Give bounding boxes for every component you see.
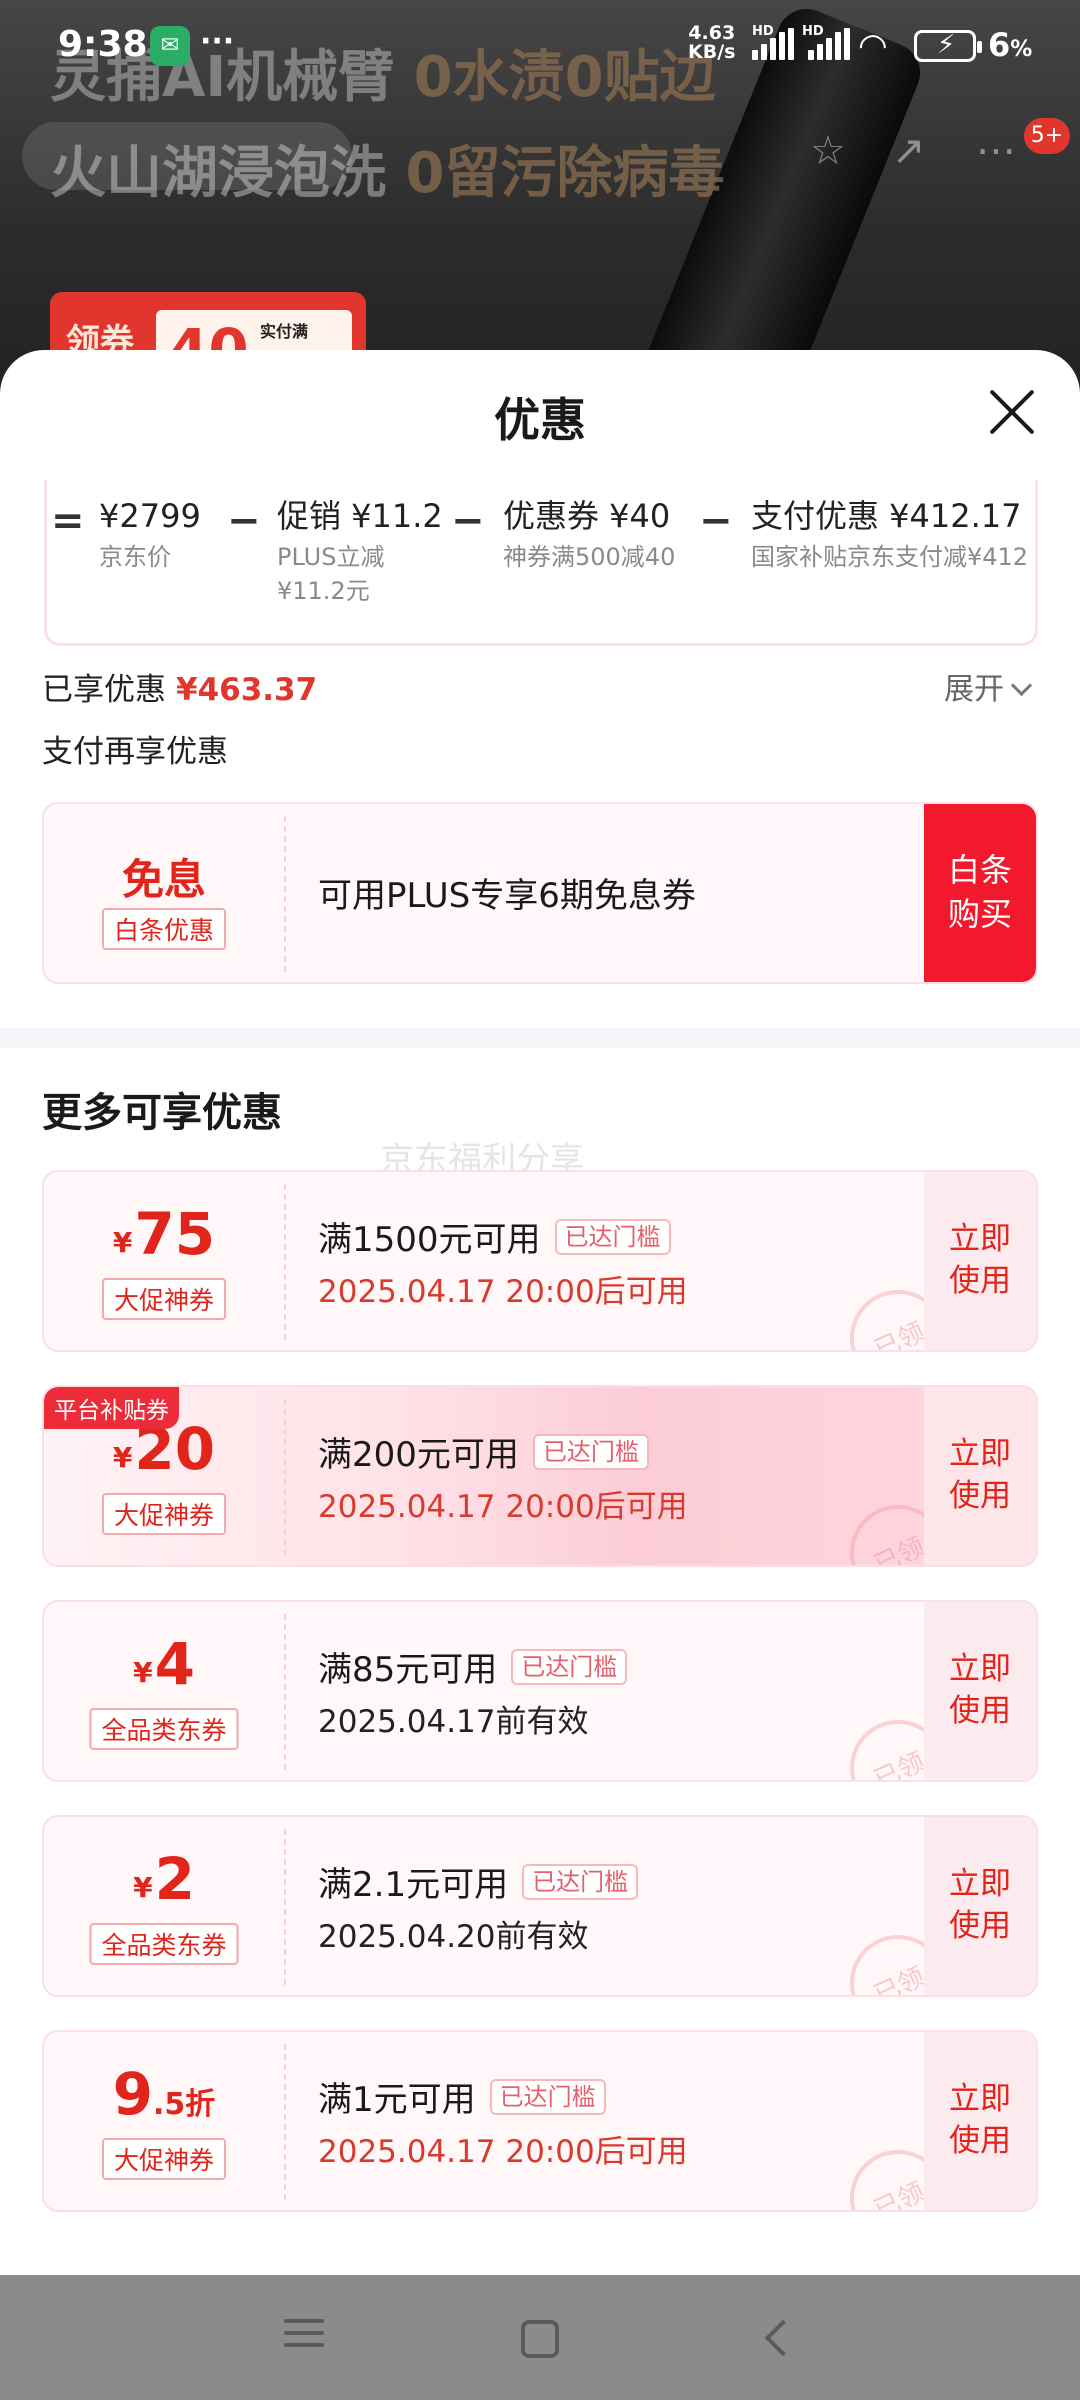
menu-icon[interactable]: [276, 2311, 332, 2367]
more-icon: ⋯: [976, 128, 1016, 174]
coupon-left: 免息 白条优惠: [44, 804, 284, 982]
coupon-date: 2025.04.17 20:00后可用: [318, 2134, 688, 2170]
baitiao-tag: 白条优惠: [101, 908, 227, 950]
breakdown-promotion: 促销 ¥11.2 PLUS立减 ¥11.2元: [277, 497, 443, 605]
divider: [284, 816, 286, 972]
coupon-card: 9.5折 大促神券 满1元可用 已达门槛 2025.04.17 20:00后可用 已领 立即…: [42, 2030, 1038, 2212]
breakdown-coupon: 优惠券 ¥40 神券满500减40: [503, 497, 676, 571]
coupon-card: 平台补贴券 ¥20 大促神券 满200元可用 已达门槛 2025.04.17 20:00后…: [42, 1385, 1038, 1567]
coupon-condition: 满2.1元可用 已达门槛: [318, 1857, 639, 1906]
coupon-value: ¥4: [133, 1630, 195, 1698]
coupon-condition: 满85元可用 已达门槛: [318, 1642, 628, 1691]
signal-icon-1: [752, 28, 794, 60]
coupon-left: 9.5折大促神券: [44, 2032, 284, 2210]
coupon-left: ¥75 大促神券: [44, 1172, 284, 1350]
section-divider: [0, 1028, 1080, 1048]
coupon-date: 2025.04.17 20:00后可用: [318, 1489, 688, 1525]
use-now-button[interactable]: 立即 使用: [924, 1602, 1036, 1780]
interest-free-title: 免息: [121, 855, 206, 904]
breakdown-payment: 支付优惠 ¥412.17 国家补贴京东支付减¥412: [751, 497, 1029, 571]
more-notifications: ···: [200, 24, 235, 59]
threshold-reached-badge: 已达门槛: [489, 2078, 606, 2115]
clock: 9:38: [58, 24, 148, 65]
enjoyed-discount: 已享优惠 ¥463.37: [42, 672, 318, 708]
coupon-date: 2025.04.17 20:00后可用: [318, 1274, 688, 1310]
coupon-type-tag: 全品类东券: [89, 1708, 239, 1750]
divider: [284, 1829, 286, 1985]
coupon-type-tag: 大促神券: [101, 1493, 227, 1535]
breakdown-jd-price: ¥2799 京东价: [99, 497, 201, 571]
coupon-condition: 满1500元可用 已达门槛: [318, 1212, 671, 1261]
share-icon: ↗: [892, 128, 926, 174]
threshold-reached-badge: 已达门槛: [532, 1433, 649, 1470]
minus-sign: −: [451, 498, 485, 544]
wechat-icon: ✉: [150, 26, 190, 66]
close-button[interactable]: [986, 386, 1038, 438]
expand-toggle[interactable]: 展开: [944, 664, 1029, 708]
coupon-condition: 满200元可用 已达门槛: [318, 1427, 649, 1476]
battery-icon: ⚡: [914, 30, 982, 62]
discount-sheet: 优惠 = ¥2799 京东价 − 促销 ¥11.2 PLUS立减 ¥11.2元 …: [0, 350, 1080, 2275]
coupon-date: 2025.04.17前有效: [318, 1704, 589, 1740]
use-now-button[interactable]: 立即 使用: [924, 1172, 1036, 1350]
threshold-reached-badge: 已达门槛: [511, 1648, 628, 1685]
search-bar-background: [22, 122, 352, 190]
coupon-type-tag: 全品类东券: [89, 1923, 239, 1965]
coupon-value: ¥75: [112, 1200, 216, 1268]
coupon-card: ¥2 全品类东券 满2.1元可用 已达门槛 2025.04.20前有效 已领 立即 使用: [42, 1815, 1038, 1997]
platform-subsidy-tag: 平台补贴券: [44, 1387, 179, 1429]
network-speed: 4.63 KB/s: [688, 22, 736, 63]
system-nav-bar: [0, 2275, 1080, 2400]
threshold-reached-badge: 已达门槛: [522, 1863, 639, 1900]
coupon-value: ¥2: [133, 1845, 195, 1913]
coupon-type-tag: 大促神券: [101, 1278, 227, 1320]
divider: [284, 1184, 286, 1340]
use-now-button[interactable]: 立即 使用: [924, 1387, 1036, 1565]
home-icon[interactable]: [512, 2311, 568, 2367]
more-discounts-title: 更多可享优惠: [42, 1090, 282, 1136]
minus-sign: −: [227, 498, 261, 544]
minus-sign: −: [699, 498, 733, 544]
wifi-icon: ◠: [858, 26, 888, 66]
coupon-text: 实付满: [260, 322, 309, 341]
sheet-title: 优惠: [494, 393, 586, 447]
coupon-left: ¥4 全品类东券: [44, 1602, 284, 1780]
battery-percent: 6%: [988, 26, 1033, 64]
signal-icon-2: [808, 28, 850, 60]
price-breakdown: = ¥2799 京东价 − 促销 ¥11.2 PLUS立减 ¥11.2元 − 优…: [44, 480, 1038, 646]
use-now-button[interactable]: 立即 使用: [924, 1817, 1036, 1995]
pay-more-heading: 支付再享优惠: [42, 734, 228, 770]
back-icon[interactable]: [750, 2311, 806, 2367]
coupon-card: ¥75 大促神券 满1500元可用 已达门槛 2025.04.17 20:00后可用 已领…: [42, 1170, 1038, 1352]
coupon-condition: 满1元可用 已达门槛: [318, 2072, 606, 2121]
divider: [284, 1399, 286, 1555]
coupon-value: 9.5折: [112, 2060, 216, 2128]
coupon-type-tag: 大促神券: [101, 2138, 227, 2180]
use-now-button[interactable]: 立即 使用: [924, 2032, 1036, 2210]
divider: [284, 1614, 286, 1770]
status-bar: 9:38 ✉ ··· 4.63 KB/s HD HD ◠ ⚡ 6%: [0, 0, 1080, 96]
interest-free-desc: 可用PLUS专享6期免息券: [318, 876, 696, 916]
star-icon: ☆: [810, 128, 846, 174]
threshold-reached-badge: 已达门槛: [554, 1218, 671, 1255]
coupon-card: ¥4 全品类东券 满85元可用 已达门槛 2025.04.17前有效 已领 立即 使用: [42, 1600, 1038, 1782]
equals-sign: =: [51, 498, 85, 544]
message-badge: 5+: [1024, 118, 1070, 154]
coupon-left: ¥2 全品类东券: [44, 1817, 284, 1995]
baitiao-buy-button[interactable]: 白条 购买: [924, 804, 1036, 982]
coupon-date: 2025.04.20前有效: [318, 1919, 589, 1955]
interest-free-card: 免息 白条优惠 可用PLUS专享6期免息券 白条 购买: [42, 802, 1038, 984]
divider: [284, 2044, 286, 2200]
enjoyed-amount: ¥463.37: [176, 672, 318, 708]
